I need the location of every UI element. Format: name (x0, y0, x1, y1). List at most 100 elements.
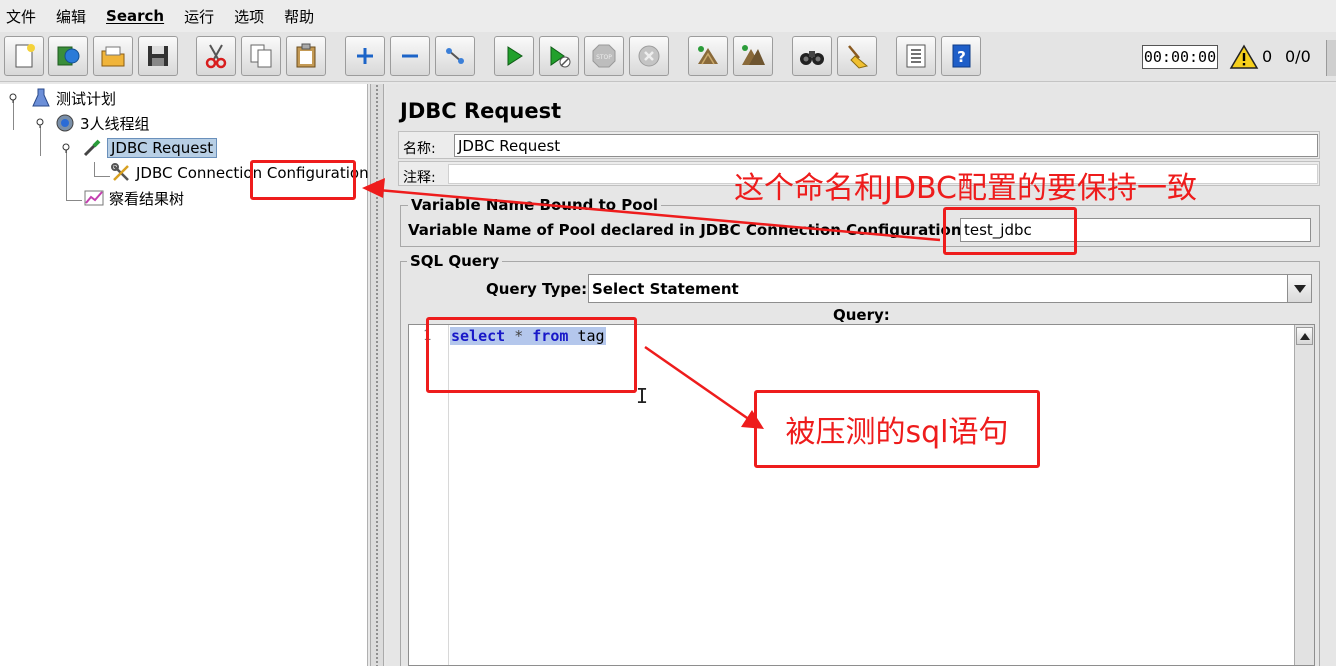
copy-button[interactable] (241, 36, 281, 76)
tree-line (66, 200, 82, 201)
save-button[interactable] (138, 36, 178, 76)
gear-icon (56, 114, 74, 132)
clear-button[interactable] (688, 36, 728, 76)
open-icon (101, 46, 125, 67)
highlight-sql (426, 317, 637, 393)
broom-icon (848, 45, 869, 69)
templates-icon (57, 46, 80, 66)
help-icon: ? (952, 44, 971, 68)
toolbar: STOP ? (0, 32, 1336, 82)
dropdown-button[interactable] (1287, 275, 1311, 302)
pipette-icon (83, 139, 101, 157)
expand-toggle-icon[interactable] (61, 143, 71, 153)
start-no-pauses-button[interactable] (539, 36, 579, 76)
tree-node-view-results-tree[interactable]: 察看结果树 (83, 187, 184, 209)
scroll-up-button[interactable] (1296, 327, 1313, 345)
pool-legend: Variable Name Bound to Pool (408, 196, 662, 214)
tree-node-label: 察看结果树 (109, 189, 185, 208)
list-icon (906, 44, 926, 68)
shutdown-icon (638, 45, 660, 67)
name-label: 名称: (403, 141, 436, 157)
tree-line (66, 150, 67, 200)
start-icon (507, 46, 523, 66)
menu-edit[interactable]: 编辑 (56, 6, 86, 27)
function-helper-button[interactable] (896, 36, 936, 76)
error-count: 0 (1262, 47, 1273, 66)
query-type-select[interactable]: Select Statement (588, 274, 1312, 303)
paste-button[interactable] (286, 36, 326, 76)
clear-all-icon (742, 45, 765, 65)
menu-run[interactable]: 运行 (184, 6, 214, 27)
warning-icon[interactable] (1229, 44, 1259, 70)
tree-node-label: JDBC Request (107, 138, 218, 158)
start-button[interactable] (494, 36, 534, 76)
binoculars-icon (800, 51, 824, 65)
name-input[interactable]: JDBC Request (454, 134, 1318, 157)
tree-line (94, 162, 95, 176)
highlight-connection-config (250, 160, 356, 200)
menu-search[interactable]: Search (106, 7, 164, 25)
tree-line (94, 176, 110, 177)
tree-node-test-plan[interactable]: 测试计划 (30, 87, 116, 109)
search-button[interactable] (792, 36, 832, 76)
active-threads-ratio: 0/0 (1285, 47, 1311, 66)
query-type-label: Query Type: (486, 280, 588, 298)
cut-button[interactable] (196, 36, 236, 76)
new-button[interactable] (4, 36, 44, 76)
tree-node-jdbc-request[interactable]: JDBC Request (81, 137, 218, 159)
chart-icon (84, 190, 104, 206)
splitter-grip (375, 84, 379, 666)
text-cursor-icon: I (636, 384, 649, 408)
menu-options[interactable]: 选项 (234, 6, 264, 27)
open-button[interactable] (93, 36, 133, 76)
collapse-icon (402, 54, 418, 58)
toolbar-scroll[interactable] (1326, 40, 1336, 76)
clear-icon (698, 46, 718, 65)
chevron-up-icon (1299, 332, 1310, 340)
paste-icon (296, 43, 316, 68)
annotation-naming-note: 这个命名和JDBC配置的要保持一致 (734, 171, 1197, 206)
start-no-pauses-icon (550, 46, 571, 68)
annotation-sql-note-box: 被压测的sql语句 (754, 390, 1040, 468)
svg-text:?: ? (957, 48, 966, 66)
clear-all-button[interactable] (733, 36, 773, 76)
stop-icon: STOP (592, 44, 616, 68)
tree-node-label: 3人线程组 (80, 114, 150, 133)
reset-search-button[interactable] (837, 36, 877, 76)
tree-line (40, 126, 41, 156)
save-icon (148, 46, 168, 66)
tree-line (13, 100, 14, 130)
svg-text:STOP: STOP (596, 54, 612, 61)
expand-toggle-icon[interactable] (35, 118, 45, 128)
query-type-value: Select Statement (592, 279, 739, 298)
expand-icon (357, 48, 373, 64)
menu-help[interactable]: 帮助 (284, 6, 314, 27)
templates-button[interactable] (48, 36, 88, 76)
new-icon (15, 44, 35, 68)
sql-query-legend: SQL Query (407, 252, 503, 270)
pool-label: Variable Name of Pool declared in JDBC C… (408, 221, 968, 239)
toggle-button[interactable] (435, 36, 475, 76)
copy-icon (250, 44, 272, 68)
expand-toggle-icon[interactable] (8, 93, 18, 103)
highlight-pool-name (943, 207, 1077, 255)
stop-button[interactable]: STOP (584, 36, 624, 76)
cut-icon (205, 44, 227, 69)
menu-bar: 文件 编辑 Search 运行 选项 帮助 (0, 0, 1336, 32)
editor-scrollbar[interactable] (1294, 325, 1314, 665)
collapse-button[interactable] (390, 36, 430, 76)
menu-file[interactable]: 文件 (6, 6, 36, 27)
comment-label: 注释: (403, 170, 436, 186)
expand-button[interactable] (345, 36, 385, 76)
flask-icon (32, 88, 50, 107)
panel-title: JDBC Request (400, 99, 562, 123)
toggle-icon (446, 48, 464, 64)
query-label: Query: (833, 306, 890, 324)
shutdown-button[interactable] (629, 36, 669, 76)
tools-icon (111, 163, 129, 181)
panel-splitter[interactable] (370, 84, 384, 666)
tree-node-thread-group[interactable]: 3人线程组 (54, 112, 150, 134)
help-button[interactable]: ? (941, 36, 981, 76)
annotation-sql-note: 被压测的sql语句 (785, 415, 1009, 450)
elapsed-timer: 00:00:00 (1142, 45, 1218, 69)
